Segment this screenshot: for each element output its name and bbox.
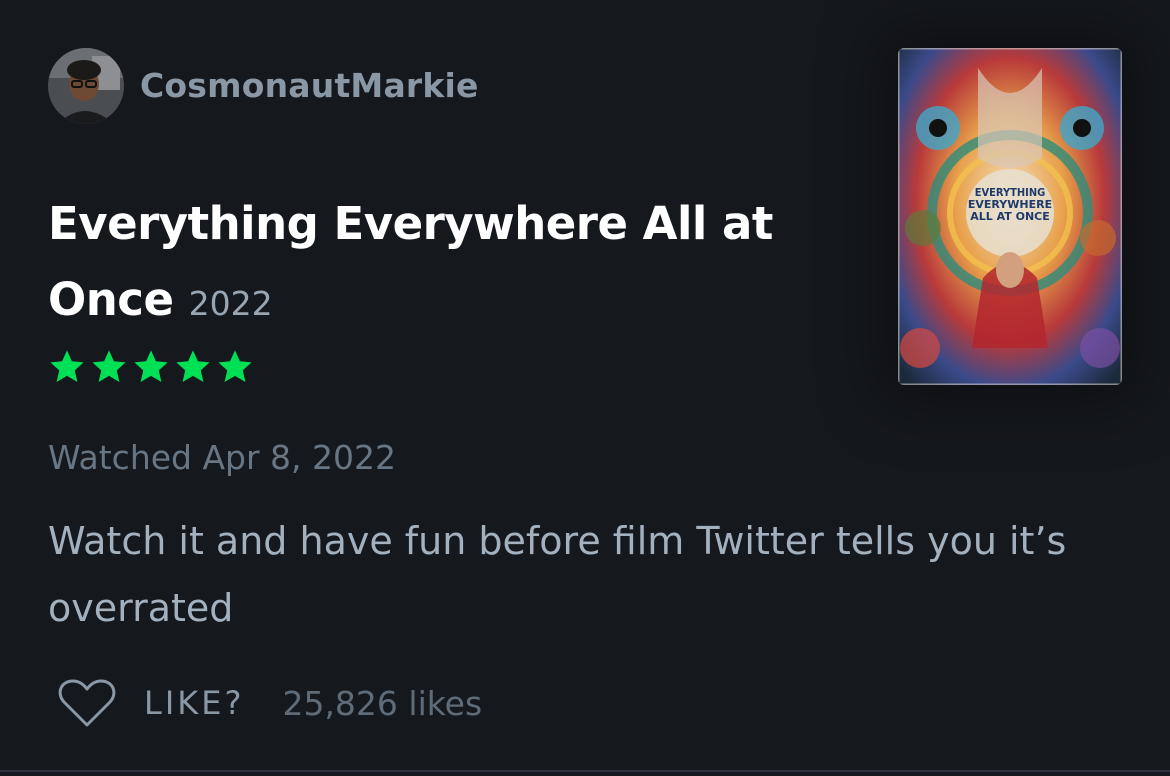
star-icon [218,350,252,383]
film-title-block: Everything Everywhere All at Once 2022 [48,186,848,342]
divider [0,770,1170,772]
review-text: Watch it and have fun before film Twitte… [48,519,1067,630]
star-icon [50,350,84,383]
like-button[interactable]: LIKE? [144,684,244,722]
username[interactable]: CosmonautMarkie [140,66,479,105]
svg-text:ALL AT ONCE: ALL AT ONCE [970,210,1050,223]
watched-date: Watched Apr 8, 2022 [48,438,397,477]
like-row: LIKE? 25,826 likes [58,678,482,728]
likes-count[interactable]: 25,826 likes [282,684,482,723]
star-icon [176,350,210,383]
review-card: CosmonautMarkie Everything Everywhere Al… [0,0,1170,776]
star-icon [134,350,168,383]
rating-stars [48,348,254,386]
user-avatar[interactable] [48,48,124,124]
film-year[interactable]: 2022 [189,284,273,323]
star-icon [92,350,126,383]
film-poster[interactable]: EVERYTHING EVERYWHERE ALL AT ONCE [898,48,1122,385]
film-title[interactable]: Everything Everywhere All at Once [48,197,773,326]
poster-image: EVERYTHING EVERYWHERE ALL AT ONCE [898,48,1122,385]
avatar-image [48,48,124,124]
heart-outline-icon[interactable] [58,678,116,728]
